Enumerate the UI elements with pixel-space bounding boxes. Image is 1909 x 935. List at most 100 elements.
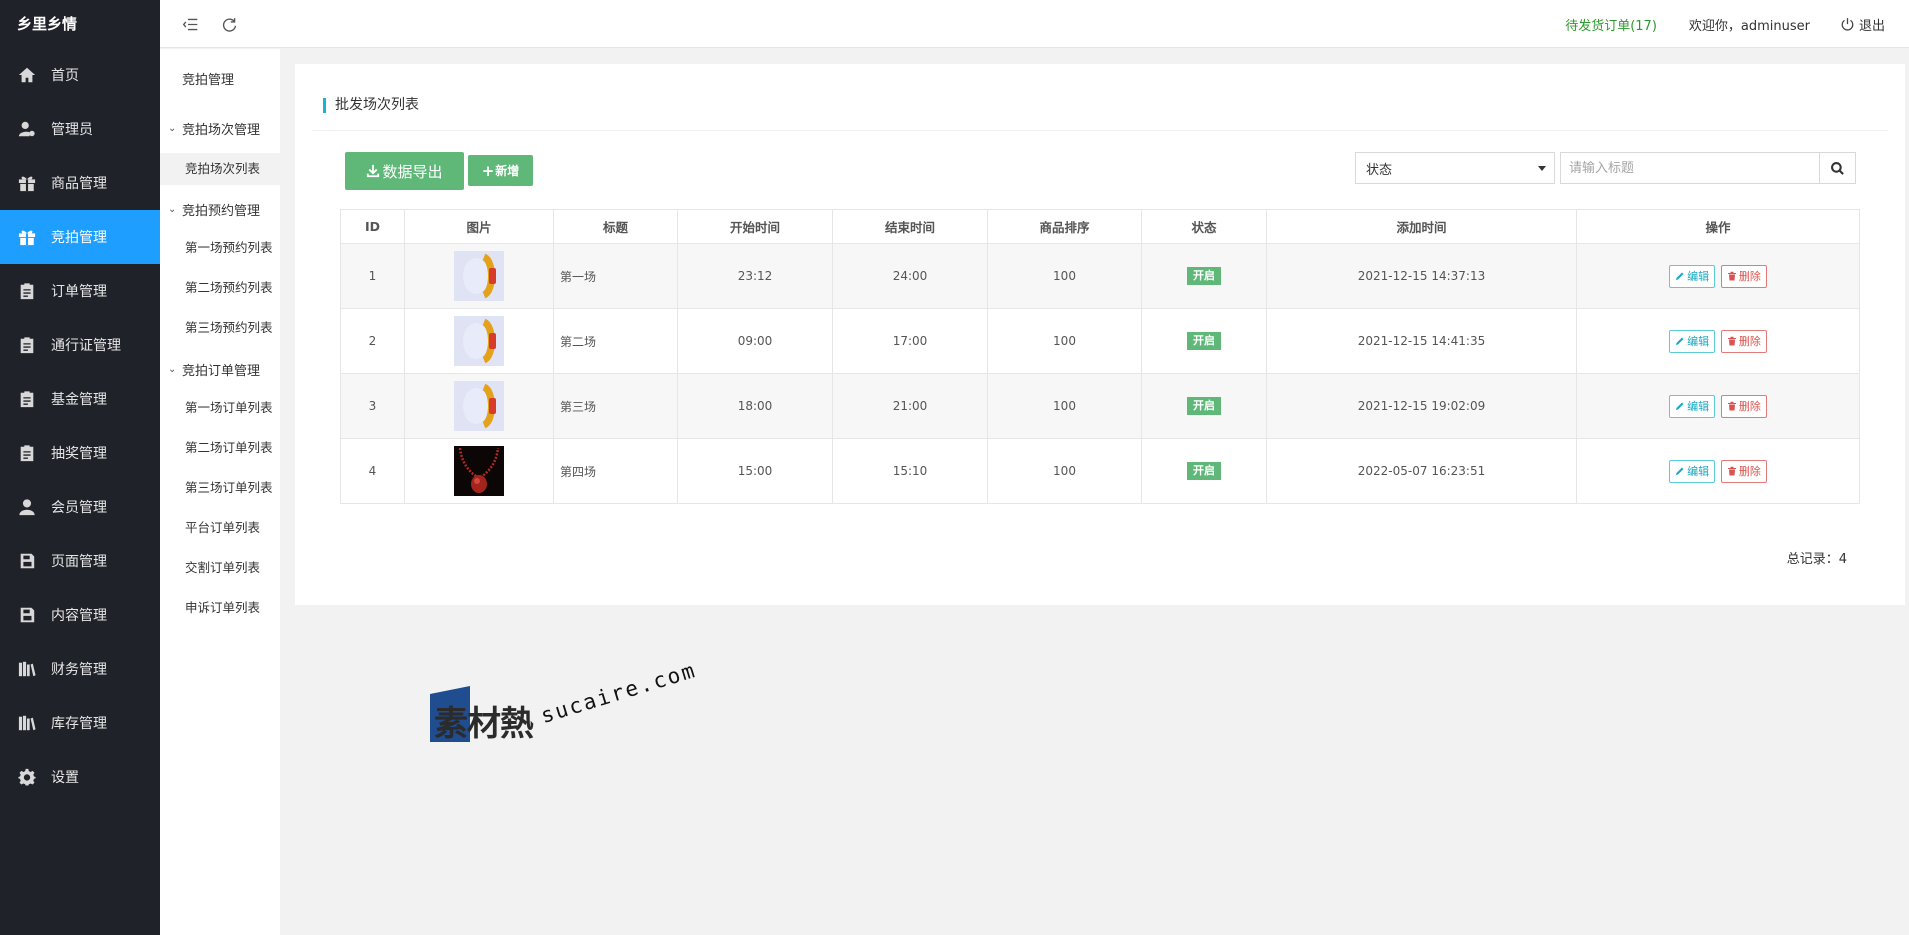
brand-logo[interactable]: 乡里乡情 [0, 0, 160, 48]
search-button[interactable] [1819, 152, 1856, 184]
sidebar-item-auction[interactable]: 竞拍管理 [0, 210, 160, 264]
subnav-item-appeal-orders[interactable]: 申诉订单列表 [160, 592, 280, 624]
export-button[interactable]: 数据导出 [345, 152, 464, 190]
divider [313, 130, 1887, 131]
subnav-item-reserve-3[interactable]: 第三场预约列表 [160, 312, 280, 344]
col-header-end: 结束时间 [832, 209, 988, 244]
trash-icon [1727, 466, 1736, 476]
delete-button[interactable]: 删除 [1720, 459, 1767, 483]
sidebar-item-finance[interactable]: 财务管理 [0, 642, 160, 696]
chevron-down-icon: ⌄ [168, 364, 177, 375]
subnav-group-reservations[interactable]: ⌄ 竞拍预约管理 [168, 200, 260, 219]
delete-label: 删除 [1738, 335, 1761, 348]
cell-image [404, 308, 554, 374]
subnav-item-order-3[interactable]: 第三场订单列表 [160, 472, 280, 504]
pencil-icon [1676, 467, 1684, 475]
add-label: 新增 [495, 164, 520, 178]
cell-id: 4 [340, 438, 405, 504]
cell-status: 开启 [1141, 308, 1267, 374]
sidebar-item-settings[interactable]: 设置 [0, 750, 160, 804]
subnav-item-delivery-orders[interactable]: 交割订单列表 [160, 552, 280, 584]
books-icon [17, 659, 37, 679]
sidebar-item-label: 抽奖管理 [51, 446, 107, 462]
subnav-item-order-1[interactable]: 第一场订单列表 [160, 392, 280, 424]
pencil-icon [1676, 272, 1684, 280]
cell-end: 15:10 [832, 438, 988, 504]
gift-icon [17, 227, 37, 247]
delete-button[interactable]: 删除 [1720, 394, 1767, 418]
user-gear-icon [17, 119, 37, 139]
sidebar-item-inventory[interactable]: 库存管理 [0, 696, 160, 750]
trash-icon [1727, 401, 1736, 411]
sidebar-item-pass[interactable]: 通行证管理 [0, 318, 160, 372]
sub-navigation: 竞拍管理 ⌄ 竞拍场次管理 竞拍场次列表 ⌄ 竞拍预约管理 第一场预约列表 第二… [160, 49, 280, 935]
sidebar-item-fund[interactable]: 基金管理 [0, 372, 160, 426]
cell-end: 21:00 [832, 373, 988, 439]
cell-actions: 编辑 删除 [1576, 373, 1860, 439]
subnav-item-order-2[interactable]: 第二场订单列表 [160, 432, 280, 464]
top-header: 待发货订单(17) 欢迎你，adminuser 退出 [160, 0, 1909, 48]
sidebar-item-pages[interactable]: 页面管理 [0, 534, 160, 588]
sidebar-item-lottery[interactable]: 抽奖管理 [0, 426, 160, 480]
status-badge: 开启 [1187, 267, 1221, 285]
cell-added: 2021-12-15 14:41:35 [1266, 308, 1577, 374]
col-header-start: 开始时间 [677, 209, 833, 244]
col-header-added: 添加时间 [1266, 209, 1577, 244]
watermark-en-text: sucaire.com [537, 657, 700, 728]
cell-sort: 100 [987, 243, 1142, 309]
table-header-row: ID 图片 标题 开始时间 结束时间 商品排序 状态 添加时间 操作 [340, 209, 1860, 244]
cell-added: 2022-05-07 16:23:51 [1266, 438, 1577, 504]
subnav-title: 竞拍管理 [182, 73, 235, 88]
status-select[interactable]: 状态 [1355, 152, 1555, 184]
subnav-group-sessions[interactable]: ⌄ 竞拍场次管理 [168, 119, 260, 138]
trash-icon [1727, 271, 1736, 281]
necklace-thumbnail[interactable] [454, 446, 504, 496]
delete-button[interactable]: 删除 [1720, 264, 1767, 288]
cell-added: 2021-12-15 19:02:09 [1266, 373, 1577, 439]
subnav-item-reserve-1[interactable]: 第一场预约列表 [160, 232, 280, 264]
sidebar-item-products[interactable]: 商品管理 [0, 156, 160, 210]
sidebar-item-label: 商品管理 [51, 176, 107, 192]
edit-button[interactable]: 编辑 [1669, 264, 1716, 288]
delete-label: 删除 [1738, 465, 1761, 478]
logout-button[interactable]: 退出 [1840, 15, 1885, 34]
delete-button[interactable]: 删除 [1720, 329, 1767, 353]
sidebar-item-content[interactable]: 内容管理 [0, 588, 160, 642]
session-table: ID 图片 标题 开始时间 结束时间 商品排序 状态 添加时间 操作 1 第一场… [340, 209, 1860, 504]
edit-button[interactable]: 编辑 [1669, 394, 1716, 418]
export-label: 数据导出 [382, 162, 443, 181]
subnav-item-session-list[interactable]: 竞拍场次列表 [160, 153, 280, 185]
sidebar-item-label: 内容管理 [51, 608, 107, 624]
edit-button[interactable]: 编辑 [1669, 459, 1716, 483]
sidebar-item-label: 会员管理 [51, 500, 107, 516]
col-header-id: ID [340, 209, 405, 244]
cell-actions: 编辑 删除 [1576, 438, 1860, 504]
bracelet-thumbnail[interactable] [454, 251, 504, 301]
watermark: 素材熱 sucaire.com [430, 658, 699, 764]
search-input[interactable] [1560, 152, 1820, 184]
subnav-item-reserve-2[interactable]: 第二场预约列表 [160, 272, 280, 304]
col-header-image: 图片 [404, 209, 554, 244]
subnav-item-platform-orders[interactable]: 平台订单列表 [160, 512, 280, 544]
add-button[interactable]: + 新增 [468, 155, 533, 186]
sidebar-item-home[interactable]: 首页 [0, 48, 160, 102]
plus-icon: + [481, 161, 495, 180]
bracelet-thumbnail[interactable] [454, 316, 504, 366]
bracelet-thumbnail[interactable] [454, 381, 504, 431]
sidebar-item-label: 通行证管理 [51, 338, 121, 354]
col-header-title: 标题 [553, 209, 678, 244]
subnav-group-orders[interactable]: ⌄ 竞拍订单管理 [168, 360, 260, 379]
sidebar-item-orders[interactable]: 订单管理 [0, 264, 160, 318]
pending-shipment-link[interactable]: 待发货订单(17) [1565, 15, 1657, 34]
status-badge: 开启 [1187, 332, 1221, 350]
save-icon [17, 605, 37, 625]
sidebar-item-admin[interactable]: 管理员 [0, 102, 160, 156]
edit-label: 编辑 [1687, 335, 1710, 348]
menu-collapse-icon[interactable] [179, 13, 201, 35]
status-badge: 开启 [1187, 462, 1221, 480]
sidebar-item-members[interactable]: 会员管理 [0, 480, 160, 534]
cell-start: 23:12 [677, 243, 833, 309]
cell-id: 1 [340, 243, 405, 309]
refresh-icon[interactable] [218, 13, 240, 35]
edit-button[interactable]: 编辑 [1669, 329, 1716, 353]
